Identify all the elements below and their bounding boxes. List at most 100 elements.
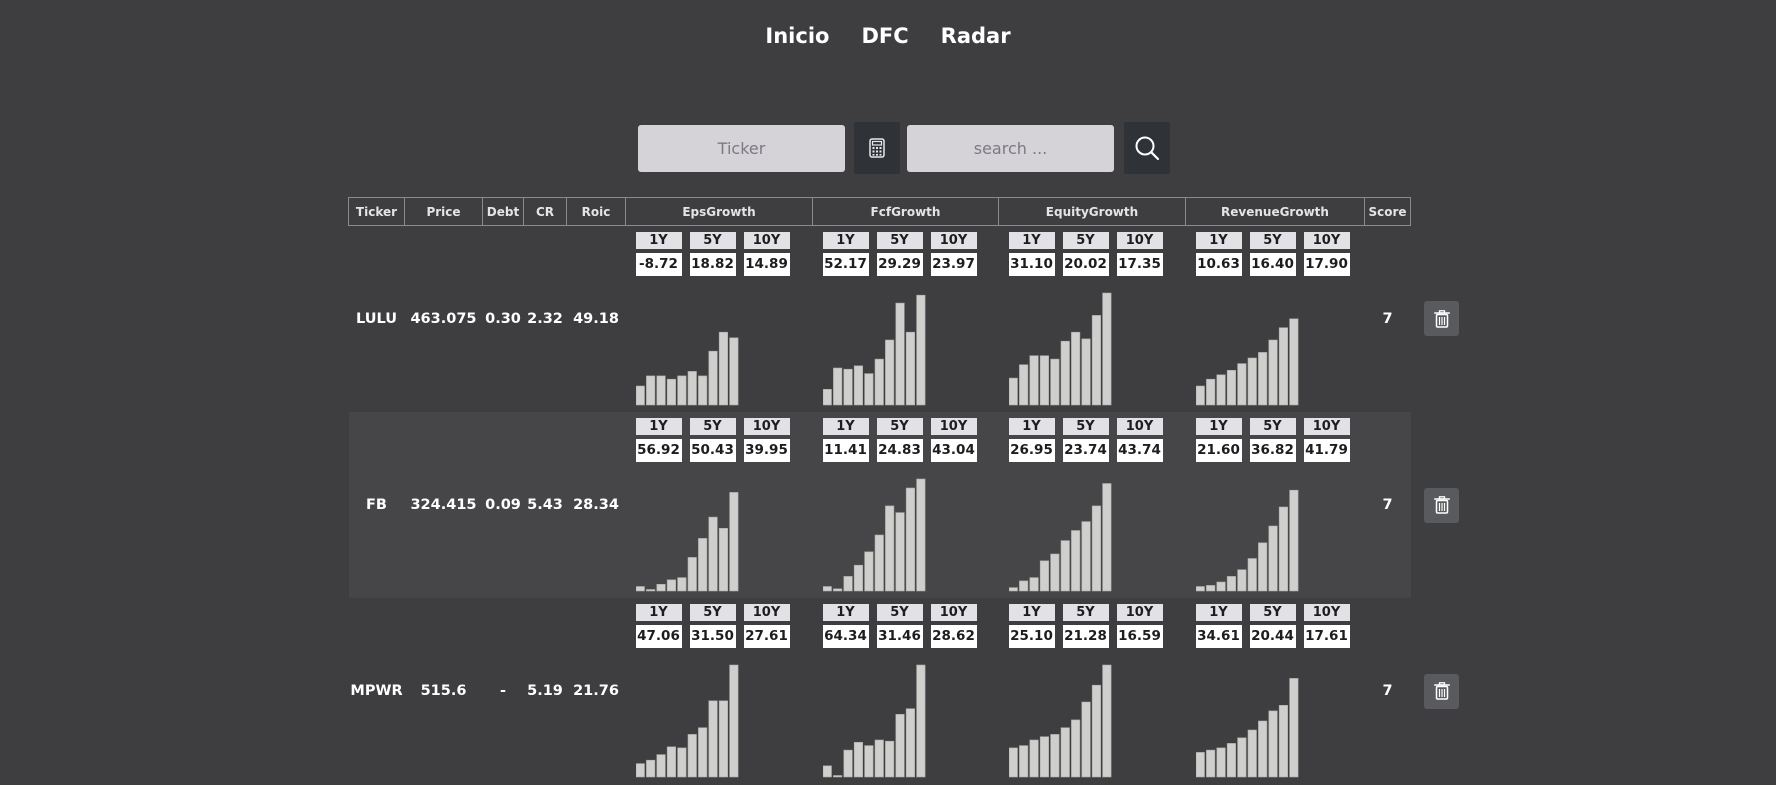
period-label[interactable]: 5Y (1249, 418, 1296, 435)
period-label-row: 1Y 5Y 10Y (635, 232, 796, 249)
period-label[interactable]: 10Y (930, 604, 977, 621)
period-label[interactable]: 10Y (743, 232, 790, 249)
growth-bar (1091, 684, 1101, 778)
cell-fcfgrowth: 1Y 5Y 10Y 64.34 31.46 28.62 (813, 598, 999, 784)
growth-bar (1236, 737, 1246, 778)
period-label[interactable]: 5Y (689, 418, 736, 435)
header-ticker[interactable]: Ticker (348, 197, 405, 226)
period-label[interactable]: 1Y (1195, 418, 1242, 435)
period-label[interactable]: 5Y (876, 604, 923, 621)
cell-price: 515.6 (420, 683, 467, 699)
delete-button[interactable] (1424, 301, 1459, 337)
growth-bar (1288, 678, 1298, 778)
period-label[interactable]: 5Y (1062, 604, 1109, 621)
period-label[interactable]: 10Y (930, 418, 977, 435)
cell-epsgrowth: 1Y 5Y 10Y -8.72 18.82 14.89 (626, 226, 813, 413)
period-label[interactable]: 10Y (1303, 604, 1350, 621)
period-label[interactable]: 5Y (1062, 232, 1109, 249)
growth-bar (1101, 292, 1111, 406)
growth-bar (655, 584, 666, 592)
growth-bar (655, 375, 666, 406)
cell-ticker[interactable]: LULU (349, 226, 405, 413)
period-value-row: 64.34 31.46 28.62 (822, 621, 983, 648)
growth-bar (697, 538, 707, 592)
period-label[interactable]: 5Y (689, 604, 736, 621)
header-fcfgrowth[interactable]: FcfGrowth (812, 197, 999, 226)
cell-ticker[interactable]: FB (349, 412, 405, 598)
cell-ticker[interactable]: MPWR (349, 598, 405, 784)
period-label[interactable]: 10Y (1116, 604, 1163, 621)
growth-value: 43.74 (1116, 439, 1163, 462)
period-label[interactable]: 5Y (1249, 604, 1296, 621)
calculator-button[interactable] (854, 122, 900, 174)
period-label-row: 1Y 5Y 10Y (1008, 232, 1169, 249)
period-label[interactable]: 1Y (1195, 232, 1242, 249)
header-price[interactable]: Price (404, 197, 483, 226)
top-navigation: Inicio DFC Radar (0, 24, 1776, 48)
nav-dfc[interactable]: DFC (861, 24, 908, 48)
period-label[interactable]: 10Y (1116, 232, 1163, 249)
period-label-row: 1Y 5Y 10Y (635, 604, 796, 621)
cell-price: 324.415 (410, 497, 477, 513)
growth-bar (1028, 577, 1039, 592)
period-label[interactable]: 1Y (822, 418, 869, 435)
period-label[interactable]: 5Y (876, 232, 923, 249)
growth-bar (1257, 720, 1267, 778)
growth-panel: 1Y 5Y 10Y 26.95 23.74 43.74 (1008, 412, 1169, 598)
growth-panel: 1Y 5Y 10Y 64.34 31.46 28.62 (822, 598, 983, 784)
growth-bar (687, 371, 697, 406)
growth-bar (1049, 358, 1059, 406)
period-label[interactable]: 10Y (1303, 232, 1350, 249)
growth-bar (1018, 580, 1028, 592)
period-label[interactable]: 1Y (1008, 604, 1055, 621)
period-label[interactable]: 5Y (1249, 232, 1296, 249)
period-label[interactable]: 10Y (1303, 418, 1350, 435)
cell-roic: 21.76 (573, 683, 619, 699)
period-label[interactable]: 5Y (1062, 418, 1109, 435)
header-revenuegrowth[interactable]: RevenueGrowth (1185, 197, 1365, 226)
period-label[interactable]: 1Y (635, 232, 682, 249)
growth-bar (1278, 704, 1288, 778)
header-score[interactable]: Score (1364, 197, 1411, 226)
growth-value: 23.97 (930, 253, 977, 276)
growth-bar (915, 294, 925, 406)
period-label[interactable]: 1Y (1008, 232, 1055, 249)
delete-button[interactable] (1424, 487, 1459, 523)
period-label[interactable]: 10Y (930, 232, 977, 249)
period-label[interactable]: 10Y (743, 418, 790, 435)
nav-radar[interactable]: Radar (941, 24, 1011, 48)
header-epsgrowth[interactable]: EpsGrowth (625, 197, 813, 226)
growth-bar (884, 740, 894, 778)
period-label[interactable]: 10Y (1116, 418, 1163, 435)
period-label[interactable]: 1Y (822, 604, 869, 621)
period-label[interactable]: 1Y (1195, 604, 1242, 621)
header-equitygrowth[interactable]: EquityGrowth (998, 197, 1186, 226)
period-label[interactable]: 1Y (635, 604, 682, 621)
header-cr[interactable]: CR (523, 197, 567, 226)
period-label[interactable]: 5Y (876, 418, 923, 435)
period-label-row: 1Y 5Y 10Y (1008, 418, 1169, 435)
cell-equitygrowth: 1Y 5Y 10Y 25.10 21.28 16.59 (999, 598, 1186, 784)
period-label[interactable]: 1Y (635, 418, 682, 435)
period-label[interactable]: 5Y (689, 232, 736, 249)
growth-bar (697, 375, 707, 406)
trash-icon (1433, 309, 1450, 328)
period-label[interactable]: 10Y (743, 604, 790, 621)
period-label[interactable]: 1Y (822, 232, 869, 249)
growth-bar-chart (635, 492, 738, 592)
growth-bar (1060, 727, 1070, 778)
search-input[interactable] (907, 124, 1114, 172)
search-button[interactable] (1124, 122, 1170, 174)
period-label[interactable]: 1Y (1008, 418, 1055, 435)
period-value-row: 56.92 50.43 39.95 (635, 435, 796, 462)
growth-bar (842, 749, 853, 778)
growth-bar (1039, 355, 1049, 406)
nav-inicio[interactable]: Inicio (765, 24, 829, 48)
ticker-input[interactable] (638, 124, 845, 172)
delete-button[interactable] (1424, 673, 1459, 709)
header-roic[interactable]: Roic (566, 197, 626, 226)
growth-value: 56.92 (635, 439, 682, 462)
growth-bar (666, 378, 676, 406)
growth-value: -8.72 (635, 253, 682, 276)
header-debt[interactable]: Debt (482, 197, 524, 226)
